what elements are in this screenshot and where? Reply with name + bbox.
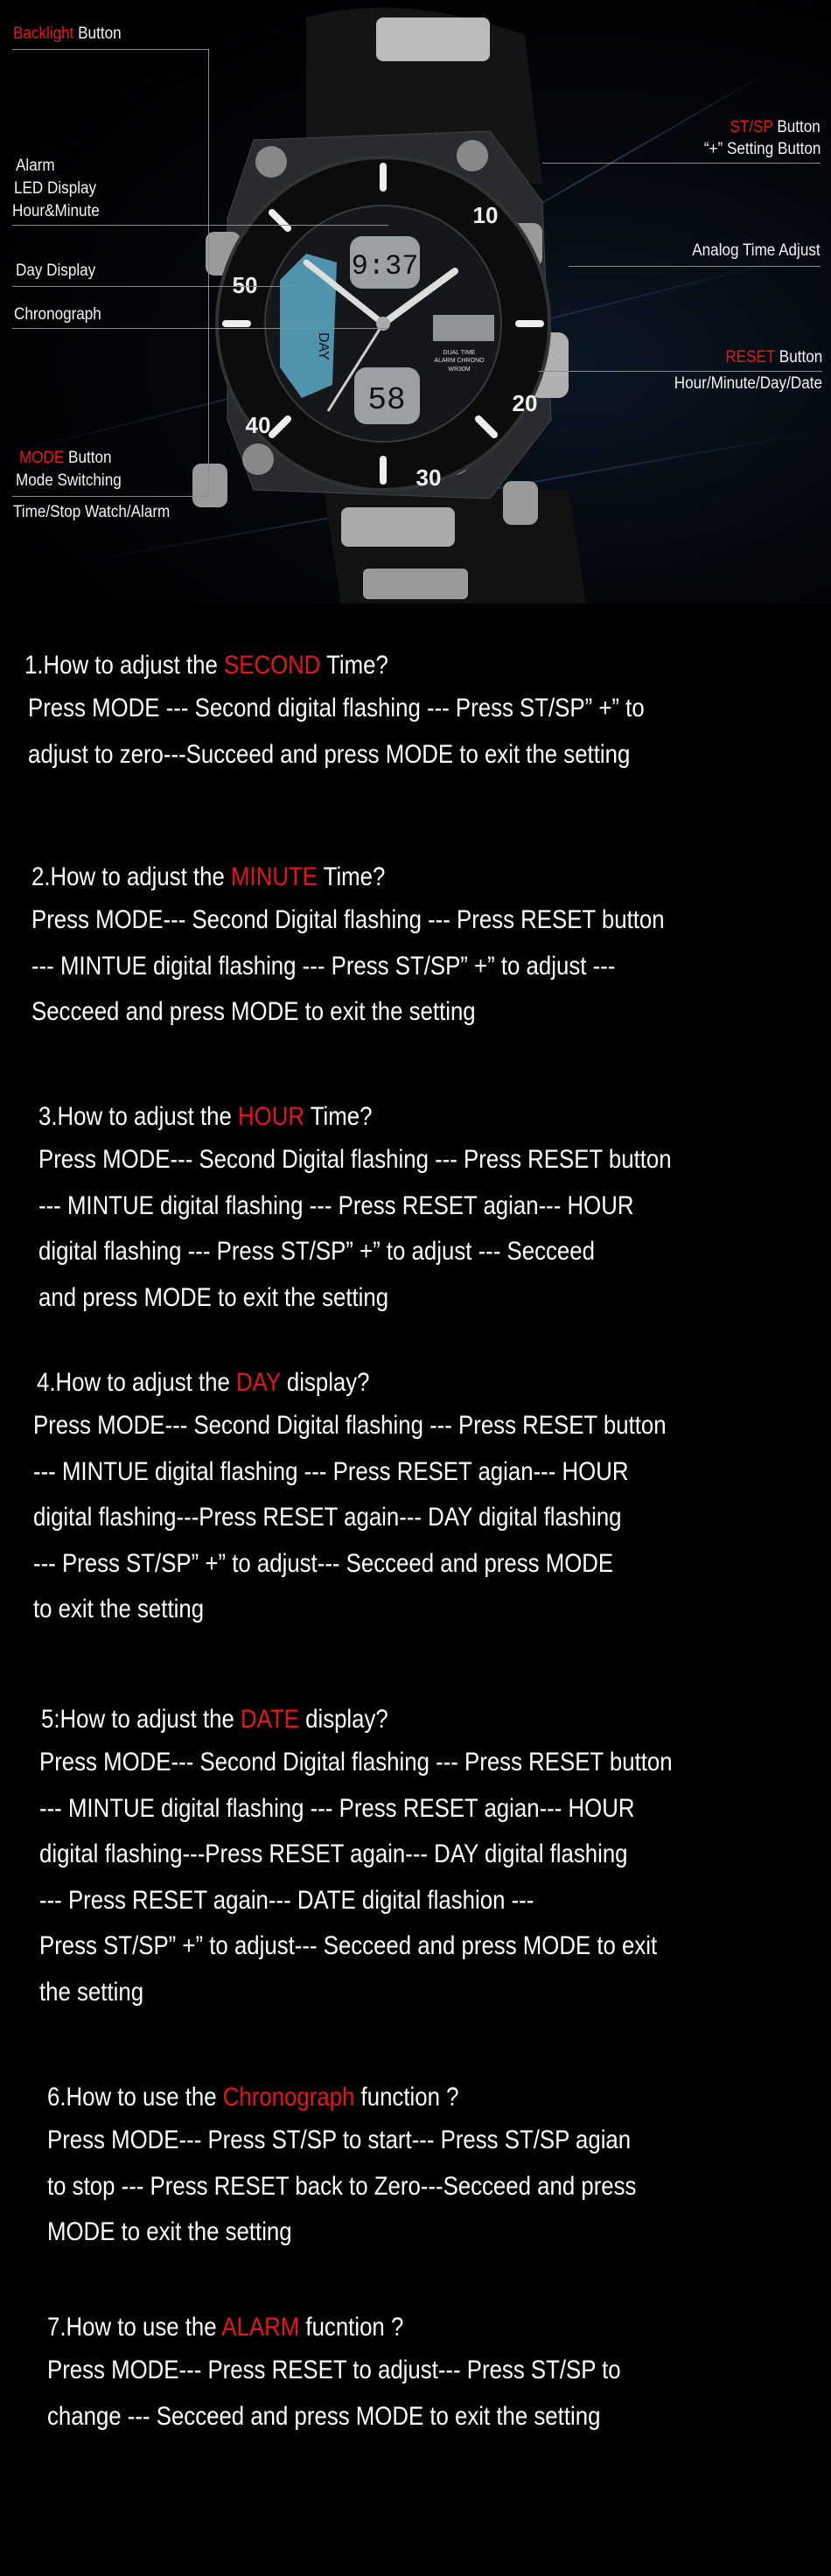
instruction-line: Press MODE--- Press RESET to adjust--- P… [47,2356,621,2384]
instruction-line: digital flashing --- Press ST/SP” +” to … [38,1237,595,1266]
instruction-line: Press MODE--- Second Digital flashing --… [38,1145,672,1174]
section-alarm: 7.How to use the ALARM fucntion ? Press … [47,2307,714,2440]
callout-line [12,225,388,226]
label-day-display: Day Display [16,262,96,280]
section-day: 4.How to adjust the DAY display? Press M… [33,1362,769,1633]
screw-icon [242,443,274,475]
instruction-line: Press MODE--- Second Digital flashing --… [31,905,665,934]
label-hour-minute: Hour&Minute [12,202,100,220]
instruction-line: --- MINTUE digital flashing --- Press RE… [33,1456,629,1486]
instruction-line: --- MINTUE digital flashing --- Press RE… [39,1793,635,1823]
reset-pusher [503,481,538,525]
instruction-line: and press MODE to exit the setting [38,1282,389,1312]
instruction-line: Press MODE --- Second digital flashing -… [28,694,645,723]
label-mode-button: MODE Button [19,449,112,467]
bezel-number: 50 [233,272,258,298]
instruction-line: digital flashing---Press RESET again--- … [39,1840,628,1868]
bezel-number: 10 [473,202,499,228]
instruction-line: --- MINTUE digital flashing --- Press RE… [38,1190,634,1220]
section-minute: 2.How to adjust the MINUTE Time? Press M… [31,856,767,1036]
lcd-right [433,315,494,341]
section-heading: 7.How to use the ALARM fucntion ? [47,2313,404,2342]
label-reset-button: RESET Button [725,348,822,367]
callout-line [538,371,822,372]
callout-line [569,266,821,267]
section-heading: 2.How to adjust the MINUTE Time? [31,862,386,891]
instruction-line: Press MODE--- Second Digital flashing --… [33,1411,667,1440]
day-label: DAY [316,332,331,360]
instruction-line: change --- Secceed and press MODE to exi… [47,2401,601,2431]
section-heading: 5:How to adjust the DATE display? [41,1705,388,1734]
screw-icon [255,146,287,178]
label-led-display: LED Display [14,179,97,198]
section-heading: 4.How to adjust the DAY display? [37,1368,370,1397]
callout-line [542,163,821,164]
section-second: 1.How to adjust the SECOND Time? Press M… [24,645,744,778]
instruction-line: --- MINTUE digital flashing --- Press ST… [31,951,616,981]
label-time-stopwatch-alarm: Time/Stop Watch/Alarm [13,503,171,521]
watch-image: 10 20 30 40 50 DAY 9:37 58 DUAL TIME ALA… [192,7,586,604]
label-alarm: Alarm [16,157,55,175]
section-chronograph: 6.How to use the Chronograph function ? … [47,2077,732,2256]
lcd-bottom-seconds: 58 [367,382,405,418]
instruction-line: Press MODE--- Second Digital flashing --… [39,1748,673,1777]
label-mode-switching: Mode Switching [16,471,122,490]
mode-pusher [192,464,227,507]
section-hour: 3.How to adjust the HOUR Time? Press MOD… [38,1096,774,1321]
label-analog-time-adjust: Analog Time Adjust [692,241,821,260]
label-backlight-button: Backlight Button [13,24,122,43]
instruction-line: to stop --- Press RESET back to Zero---S… [47,2171,637,2201]
callout-line [12,49,208,50]
instruction-line: Secceed and press MODE to exit the setti… [31,997,476,1026]
instruction-line: Press MODE--- Press ST/SP to start--- Pr… [47,2126,632,2154]
label-setting-button: “+” Setting Button [703,140,821,158]
watch-diagram: 10 20 30 40 50 DAY 9:37 58 DUAL TIME ALA… [0,0,831,604]
strap-insert [341,507,455,547]
bezel-number: 40 [246,412,271,438]
instruction-line: digital flashing---Press RESET again--- … [33,1503,622,1532]
section-heading: 6.How to use the Chronograph function ? [47,2083,459,2112]
label-stsp-button: ST/SP Button [730,118,821,136]
instruction-line: to exit the setting [33,1595,205,1623]
day-display [280,254,337,398]
dial-text: ALARM CHRONO [434,358,485,364]
section-heading: 3.How to adjust the HOUR Time? [38,1102,373,1131]
dial-text: WR30M [448,367,470,373]
callout-line [208,49,209,496]
instruction-line: adjust to zero---Succeed and press MODE … [28,739,631,769]
instruction-line: --- Press ST/SP” +” to adjust--- Secceed… [33,1548,614,1578]
callout-line [12,286,292,287]
instruction-line: MODE to exit the setting [47,2217,292,2246]
section-date: 5:How to adjust the DATE display? Press … [39,1699,775,2015]
lcd-top-time: 9:37 [352,250,419,283]
bezel-number: 30 [416,464,442,491]
instruction-line: the setting [39,1977,144,2007]
section-heading: 1.How to adjust the SECOND Time? [24,651,388,680]
screw-icon [457,140,488,171]
bezel-number: 20 [513,390,538,416]
instruction-line: --- Press RESET again--- DATE digital fl… [39,1885,534,1915]
instruction-line: Press ST/SP” +” to adjust--- Secceed and… [39,1931,658,1960]
label-chronograph: Chronograph [14,305,101,324]
callout-line [12,496,208,497]
label-hour-minute-day-date: Hour/Minute/Day/Date [674,374,822,393]
strap-insert [363,569,468,599]
dial-text: DUAL TIME [443,350,476,356]
strap-insert [376,17,490,61]
callout-line [12,328,388,329]
